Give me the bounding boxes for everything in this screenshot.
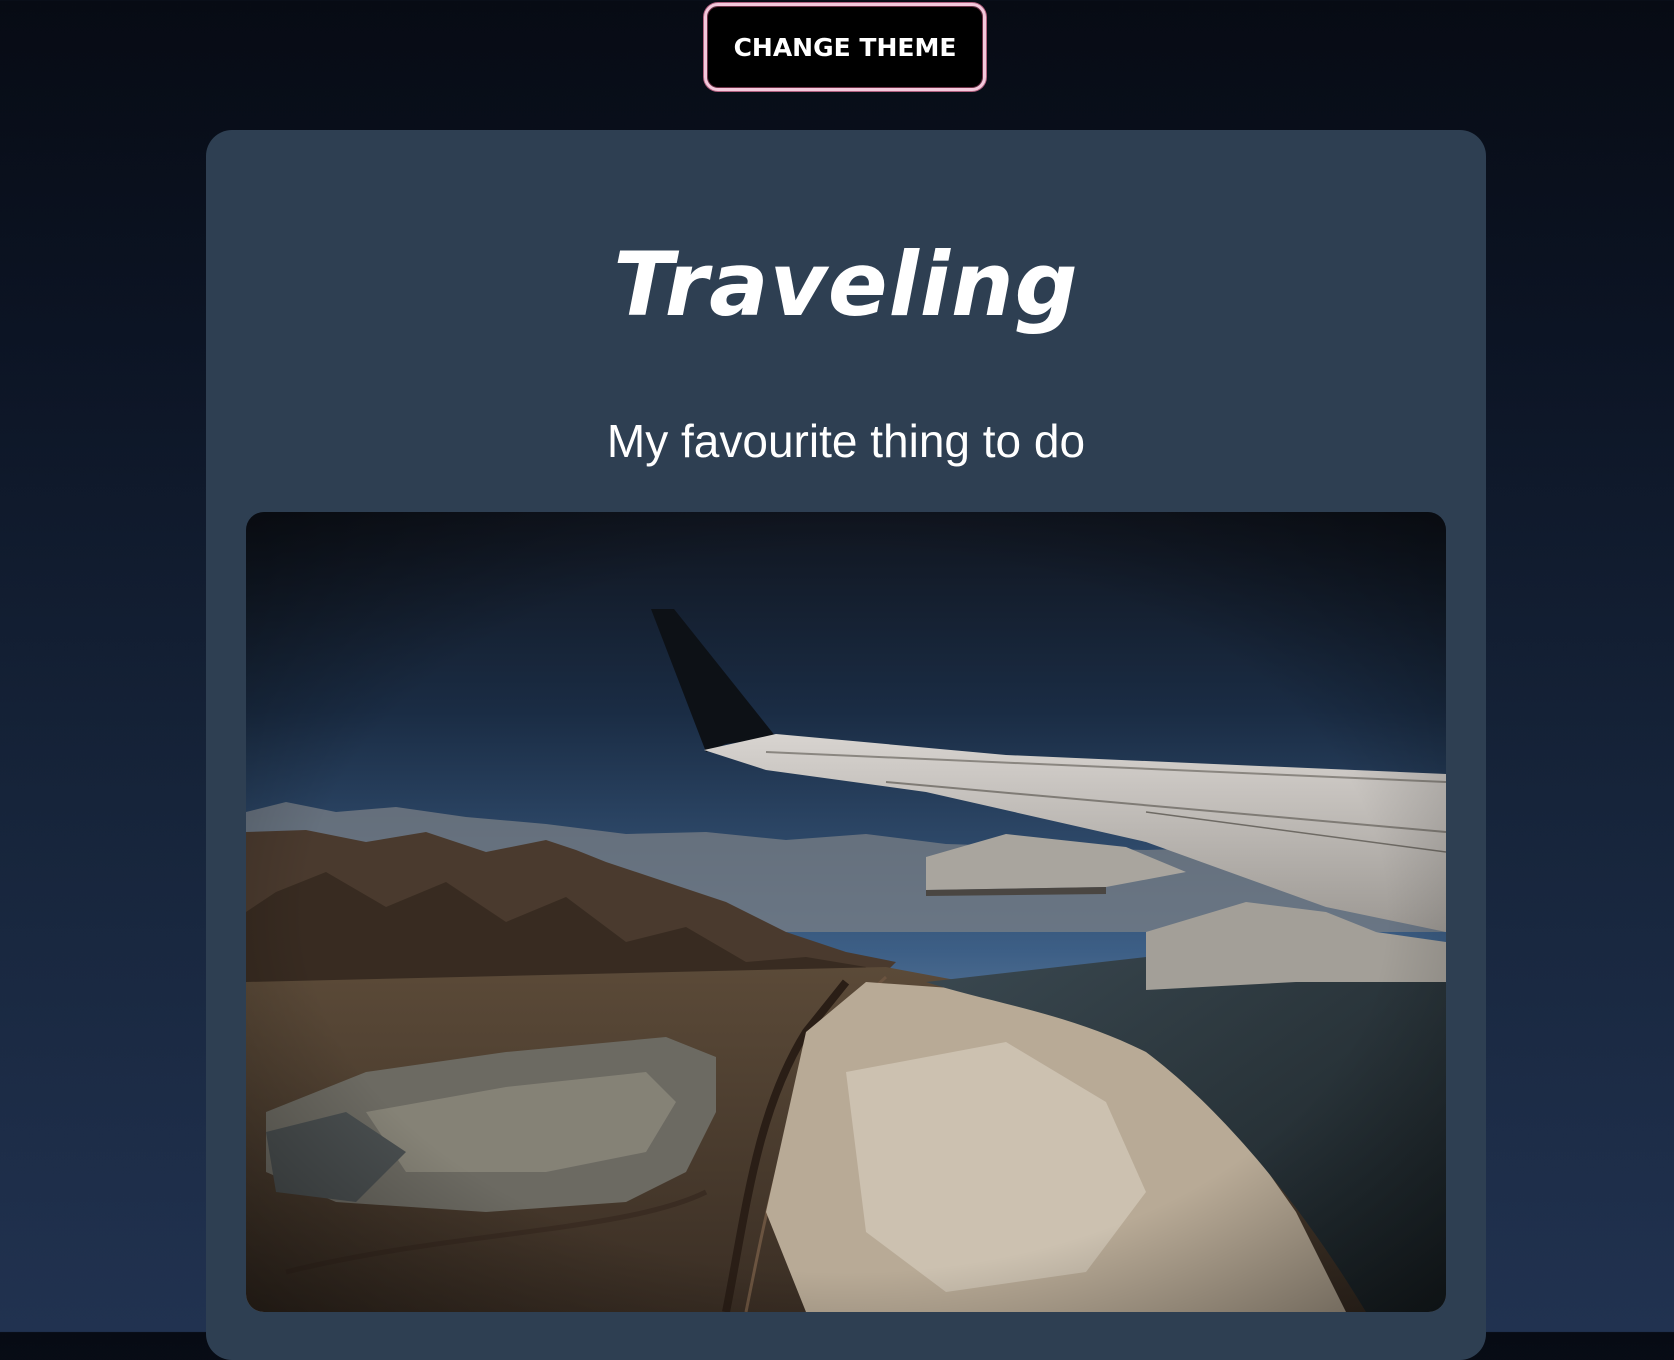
card-title: Traveling: [613, 233, 1079, 336]
travel-photo: [246, 512, 1446, 1312]
content-card: Traveling My favourite thing to do: [206, 130, 1486, 1360]
change-theme-button[interactable]: CHANGE THEME: [704, 3, 986, 91]
card-subtitle: My favourite thing to do: [606, 415, 1086, 467]
